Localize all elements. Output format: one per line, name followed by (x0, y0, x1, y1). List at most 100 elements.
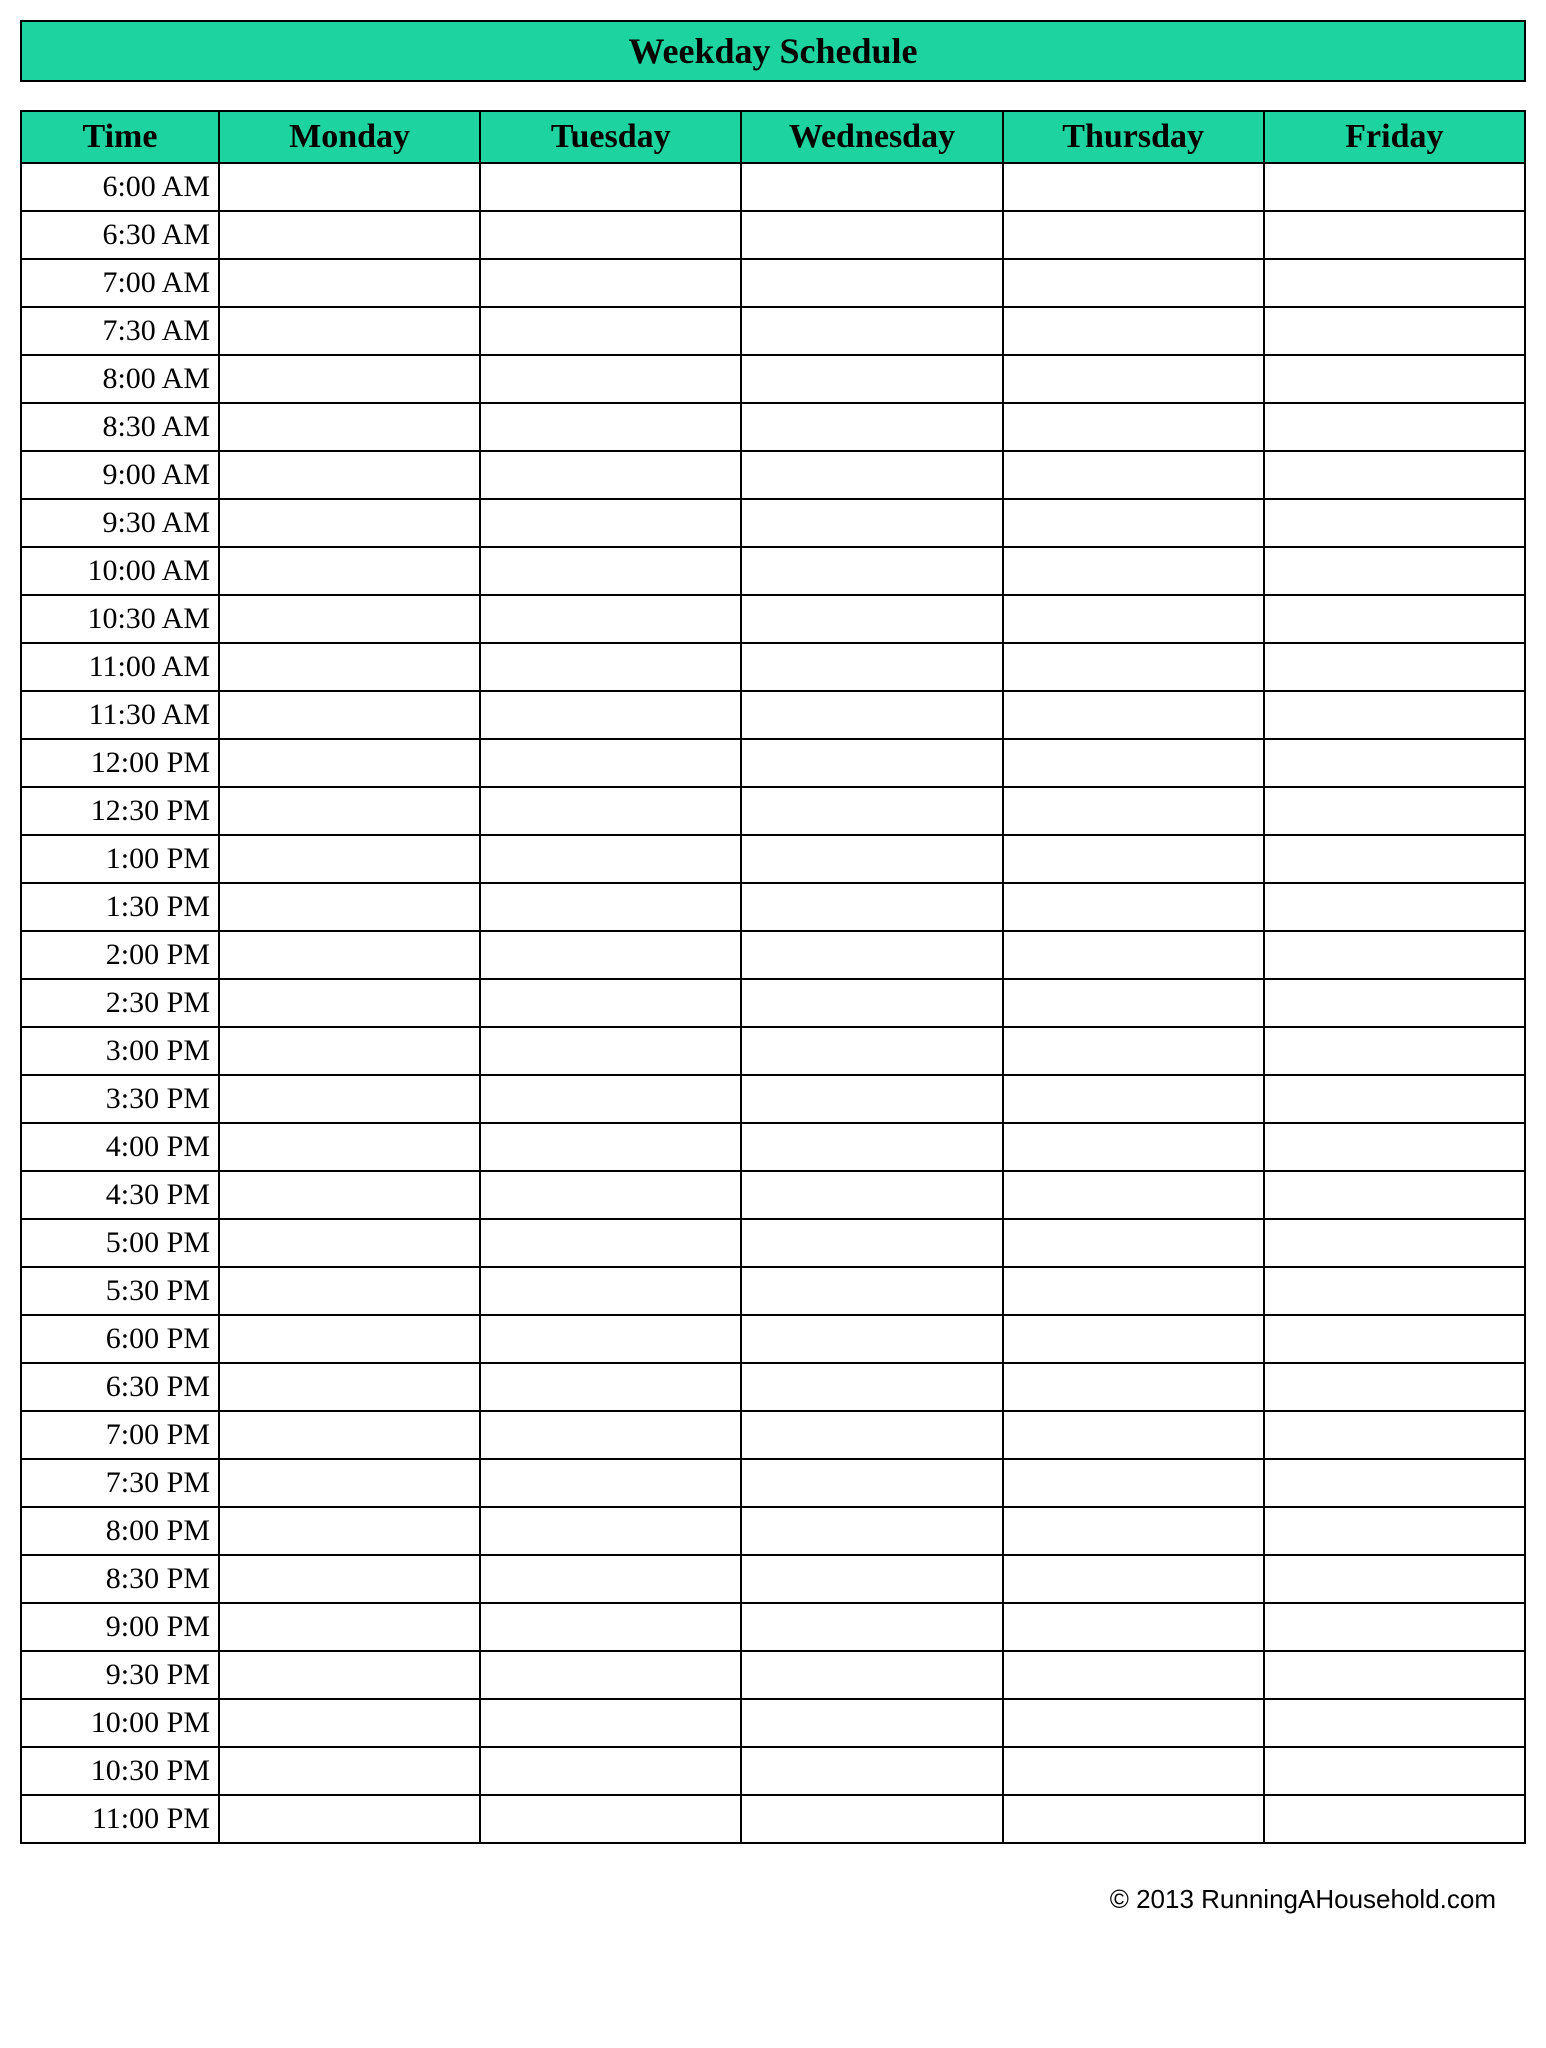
schedule-cell (1264, 1315, 1525, 1363)
schedule-cell (741, 1651, 1002, 1699)
schedule-cell (219, 1411, 480, 1459)
schedule-cell (1264, 1651, 1525, 1699)
schedule-cell (1264, 1267, 1525, 1315)
schedule-cell (480, 1459, 741, 1507)
schedule-cell (1003, 547, 1264, 595)
schedule-cell (219, 1603, 480, 1651)
schedule-cell (1003, 1603, 1264, 1651)
time-label: 11:00 AM (21, 643, 219, 691)
schedule-cell (1003, 259, 1264, 307)
schedule-cell (1003, 1459, 1264, 1507)
schedule-cell (219, 1747, 480, 1795)
table-row: 8:00 AM (21, 355, 1525, 403)
time-header: Time (21, 111, 219, 163)
schedule-cell (219, 883, 480, 931)
time-label: 1:00 PM (21, 835, 219, 883)
schedule-cell (741, 1459, 1002, 1507)
schedule-cell (480, 1603, 741, 1651)
schedule-cell (1003, 1219, 1264, 1267)
time-label: 6:00 AM (21, 163, 219, 211)
schedule-cell (1264, 1699, 1525, 1747)
schedule-table: Time Monday Tuesday Wednesday Thursday F… (20, 110, 1526, 1844)
schedule-cell (219, 547, 480, 595)
time-label: 11:30 AM (21, 691, 219, 739)
schedule-cell (1003, 691, 1264, 739)
table-row: 7:00 PM (21, 1411, 1525, 1459)
schedule-cell (1264, 1027, 1525, 1075)
schedule-cell (219, 355, 480, 403)
schedule-cell (480, 787, 741, 835)
table-row: 8:30 PM (21, 1555, 1525, 1603)
schedule-cell (219, 1651, 480, 1699)
schedule-cell (1003, 1123, 1264, 1171)
schedule-cell (480, 499, 741, 547)
table-row: 4:00 PM (21, 1123, 1525, 1171)
table-row: 6:30 AM (21, 211, 1525, 259)
schedule-cell (219, 1123, 480, 1171)
table-row: 12:00 PM (21, 739, 1525, 787)
page-title: Weekday Schedule (20, 20, 1526, 82)
table-row: 2:00 PM (21, 931, 1525, 979)
time-label: 10:30 PM (21, 1747, 219, 1795)
schedule-cell (219, 1795, 480, 1843)
schedule-cell (1264, 499, 1525, 547)
schedule-cell (741, 691, 1002, 739)
schedule-cell (480, 1219, 741, 1267)
schedule-cell (480, 1507, 741, 1555)
schedule-cell (219, 1267, 480, 1315)
schedule-cell (741, 835, 1002, 883)
schedule-cell (1264, 787, 1525, 835)
time-label: 9:00 PM (21, 1603, 219, 1651)
schedule-cell (219, 1315, 480, 1363)
time-label: 6:00 PM (21, 1315, 219, 1363)
time-label: 8:30 PM (21, 1555, 219, 1603)
schedule-cell (741, 1219, 1002, 1267)
schedule-cell (741, 451, 1002, 499)
schedule-cell (219, 211, 480, 259)
header-row: Time Monday Tuesday Wednesday Thursday F… (21, 111, 1525, 163)
time-label: 10:30 AM (21, 595, 219, 643)
schedule-cell (219, 1171, 480, 1219)
schedule-cell (741, 1411, 1002, 1459)
schedule-cell (480, 163, 741, 211)
schedule-cell (1264, 259, 1525, 307)
schedule-cell (480, 643, 741, 691)
schedule-cell (1003, 1075, 1264, 1123)
table-row: 8:30 AM (21, 403, 1525, 451)
schedule-cell (741, 403, 1002, 451)
table-row: 6:00 AM (21, 163, 1525, 211)
schedule-cell (480, 1411, 741, 1459)
table-row: 5:30 PM (21, 1267, 1525, 1315)
schedule-cell (1264, 931, 1525, 979)
schedule-cell (1003, 163, 1264, 211)
schedule-cell (480, 211, 741, 259)
table-row: 4:30 PM (21, 1171, 1525, 1219)
schedule-cell (1003, 1699, 1264, 1747)
table-row: 7:30 AM (21, 307, 1525, 355)
schedule-cell (1264, 739, 1525, 787)
schedule-cell (219, 451, 480, 499)
time-label: 8:00 PM (21, 1507, 219, 1555)
schedule-cell (1264, 1747, 1525, 1795)
time-label: 3:00 PM (21, 1027, 219, 1075)
time-label: 9:00 AM (21, 451, 219, 499)
time-label: 4:30 PM (21, 1171, 219, 1219)
schedule-cell (1264, 643, 1525, 691)
table-row: 10:30 PM (21, 1747, 1525, 1795)
table-row: 6:30 PM (21, 1363, 1525, 1411)
schedule-cell (219, 595, 480, 643)
schedule-cell (741, 1603, 1002, 1651)
footer-copyright: © 2013 RunningAHousehold.com (20, 1884, 1526, 1915)
schedule-cell (1003, 643, 1264, 691)
table-row: 10:00 AM (21, 547, 1525, 595)
schedule-cell (1003, 931, 1264, 979)
schedule-cell (1264, 1123, 1525, 1171)
table-row: 10:00 PM (21, 1699, 1525, 1747)
schedule-cell (219, 1555, 480, 1603)
time-label: 9:30 AM (21, 499, 219, 547)
schedule-cell (1264, 691, 1525, 739)
schedule-cell (741, 355, 1002, 403)
table-row: 9:00 AM (21, 451, 1525, 499)
schedule-cell (1003, 211, 1264, 259)
time-label: 12:30 PM (21, 787, 219, 835)
